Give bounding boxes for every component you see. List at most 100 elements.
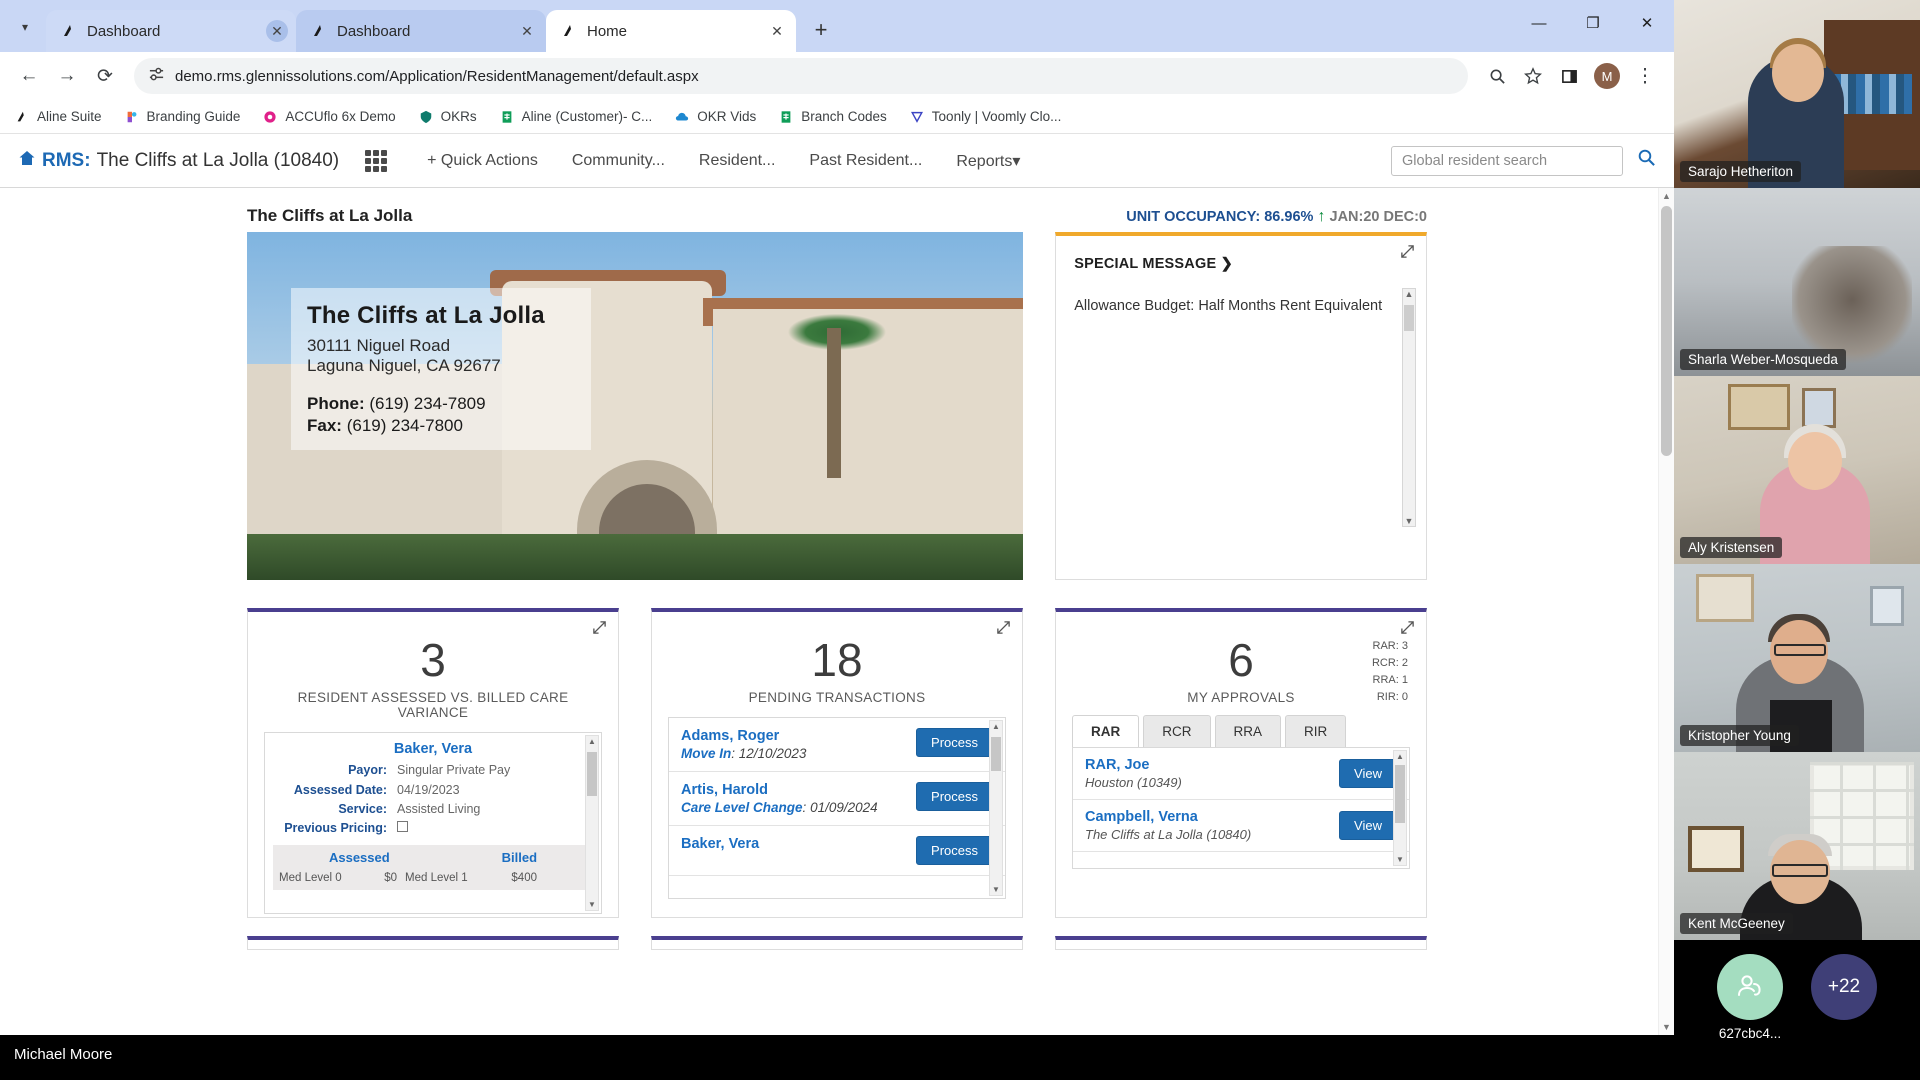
nav-community[interactable]: Community... (572, 152, 665, 170)
pending-list-scrollbar[interactable]: ▲ ▼ (989, 720, 1003, 897)
overflow-participants[interactable]: +22 (1811, 954, 1877, 1020)
bookmark-okr-vids[interactable]: OKR Vids (674, 109, 756, 125)
scroll-up-icon[interactable]: ▲ (1394, 752, 1406, 761)
view-button[interactable]: View (1339, 811, 1397, 841)
nav-reports[interactable]: Reports▾ (956, 151, 1020, 171)
chevron-right-icon[interactable]: ❯ (1221, 256, 1233, 272)
special-message-scrollbar[interactable]: ▲ ▼ (1402, 288, 1416, 527)
participant-tile[interactable]: Sarajo Hetheriton (1674, 0, 1920, 188)
scroll-down-icon[interactable]: ▼ (1659, 1022, 1674, 1032)
scroll-up-icon[interactable]: ▲ (990, 722, 1002, 731)
transaction-name[interactable]: Adams, Roger (681, 728, 806, 744)
bookmark-branch-codes[interactable]: Branch Codes (778, 109, 887, 125)
video-person-head (1772, 44, 1824, 102)
audio-participant[interactable]: 627cbc4... (1717, 954, 1783, 1041)
expand-icon[interactable] (1400, 620, 1416, 636)
tab-rcr[interactable]: RCR (1143, 715, 1211, 749)
page-scrollbar[interactable]: ▲ ▼ (1658, 188, 1674, 1035)
home-icon (18, 149, 36, 173)
bookmark-accuflo-demo[interactable]: ACCUflo 6x Demo (262, 109, 396, 125)
page-settings-icon[interactable] (148, 66, 165, 87)
scroll-up-icon[interactable]: ▲ (1405, 289, 1414, 299)
participant-tile[interactable]: Kristopher Young (1674, 564, 1920, 752)
approval-name[interactable]: Campbell, Verna (1085, 809, 1251, 825)
assessed-billed-table: Assessed Billed Med Level 0 $0 Med Level… (273, 844, 593, 890)
scroll-up-icon[interactable]: ▲ (586, 737, 598, 746)
nav-past-resident[interactable]: Past Resident... (809, 152, 922, 170)
scroll-up-icon[interactable]: ▲ (1659, 191, 1674, 201)
aline-icon (310, 22, 328, 40)
browser-tab-2[interactable]: Dashboard ✕ (296, 10, 546, 52)
side-panel-icon[interactable] (1552, 59, 1586, 93)
browser-menu-icon[interactable]: ⋮ (1628, 59, 1662, 93)
list-item: Artis, Harold Care Level Change: 01/09/2… (669, 772, 1005, 827)
expand-icon[interactable] (1400, 244, 1416, 260)
nav-quick-actions[interactable]: + Quick Actions (427, 152, 538, 170)
window-maximize-button[interactable]: ❐ (1566, 0, 1620, 46)
reload-icon[interactable]: ⟳ (88, 59, 122, 93)
billed-item: Med Level 1 (405, 871, 468, 884)
screen: ▾ Dashboard ✕ Dashboard ✕ Home ✕ + — ❐ ✕… (0, 0, 1920, 1080)
window-minimize-button[interactable]: — (1512, 0, 1566, 46)
global-search-input[interactable]: Global resident search (1391, 145, 1623, 176)
tab-search-icon[interactable]: ▾ (8, 10, 42, 44)
bookmark-label: OKRs (440, 109, 477, 124)
process-button[interactable]: Process (916, 728, 993, 758)
browser-tab-1[interactable]: Dashboard ✕ (46, 10, 296, 52)
profile-avatar[interactable]: M (1594, 63, 1620, 89)
scrollbar-thumb[interactable] (1661, 206, 1672, 456)
tab-rir[interactable]: RIR (1285, 715, 1347, 749)
occupancy-months: JAN:20 DEC:0 (1329, 209, 1428, 225)
browser-tab-3-close-icon[interactable]: ✕ (766, 20, 788, 42)
browser-tab-3[interactable]: Home ✕ (546, 10, 796, 52)
new-tab-button[interactable]: + (804, 13, 838, 47)
previous-pricing-checkbox[interactable] (397, 819, 408, 838)
variance-list-scrollbar[interactable]: ▲ ▼ (585, 735, 599, 912)
process-button[interactable]: Process (916, 836, 993, 866)
app-header: RMS: The Cliffs at La Jolla (10840) + Qu… (0, 134, 1674, 188)
bookmark-branding-guide[interactable]: Branding Guide (124, 109, 240, 125)
nav-resident[interactable]: Resident... (699, 152, 775, 170)
forward-icon[interactable]: → (50, 59, 84, 93)
bookmark-toonly-voomly[interactable]: Toonly | Voomly Clo... (909, 109, 1061, 125)
tab-rar[interactable]: RAR (1072, 715, 1140, 749)
star-icon[interactable] (1516, 59, 1550, 93)
magnifier-icon[interactable] (1480, 59, 1514, 93)
breakdown-rcr: RCR: 2 (1371, 657, 1408, 670)
participant-tile[interactable]: Aly Kristensen (1674, 376, 1920, 564)
bookmark-aline-customer[interactable]: Aline (Customer)- C... (499, 109, 652, 125)
scroll-down-icon[interactable]: ▼ (1394, 855, 1406, 864)
scrollbar-thumb[interactable] (1404, 305, 1414, 331)
expand-icon[interactable] (996, 620, 1012, 636)
video-books (1832, 74, 1912, 114)
process-button[interactable]: Process (916, 782, 993, 812)
participant-tile[interactable]: Sharla Weber-Mosqueda (1674, 188, 1920, 376)
app-brand[interactable]: RMS: The Cliffs at La Jolla (10840) (18, 149, 339, 173)
transaction-name[interactable]: Artis, Harold (681, 782, 878, 798)
bookmark-okrs[interactable]: OKRs (418, 109, 477, 125)
approval-name[interactable]: RAR, Joe (1085, 757, 1182, 773)
pending-count: 18 (811, 634, 863, 686)
back-icon[interactable]: ← (12, 59, 46, 93)
scroll-down-icon[interactable]: ▼ (586, 900, 598, 909)
participant-tile[interactable]: Kent McGeeney (1674, 752, 1920, 940)
bookmark-aline-suite[interactable]: Aline Suite (14, 109, 102, 125)
approvals-list-scrollbar[interactable]: ▲ ▼ (1393, 750, 1407, 867)
variance-field-service: Service: Assisted Living (265, 800, 601, 819)
view-button[interactable]: View (1339, 759, 1397, 789)
app-grid-icon[interactable] (365, 149, 388, 172)
scroll-down-icon[interactable]: ▼ (1405, 516, 1414, 526)
expand-icon[interactable] (592, 620, 608, 636)
tab-rra[interactable]: RRA (1214, 715, 1282, 749)
scroll-down-icon[interactable]: ▼ (990, 885, 1002, 894)
browser-tab-2-close-icon[interactable]: ✕ (516, 20, 538, 42)
scrollbar-thumb[interactable] (587, 752, 597, 797)
address-bar[interactable]: demo.rms.glennissolutions.com/Applicatio… (134, 58, 1468, 94)
search-icon[interactable] (1637, 148, 1656, 173)
browser-tab-1-close-icon[interactable]: ✕ (266, 20, 288, 42)
variance-resident-name[interactable]: Baker, Vera (265, 733, 601, 757)
scrollbar-thumb[interactable] (991, 737, 1001, 772)
scrollbar-thumb[interactable] (1395, 765, 1405, 824)
transaction-name[interactable]: Baker, Vera (681, 836, 759, 852)
window-close-button[interactable]: ✕ (1620, 0, 1674, 46)
